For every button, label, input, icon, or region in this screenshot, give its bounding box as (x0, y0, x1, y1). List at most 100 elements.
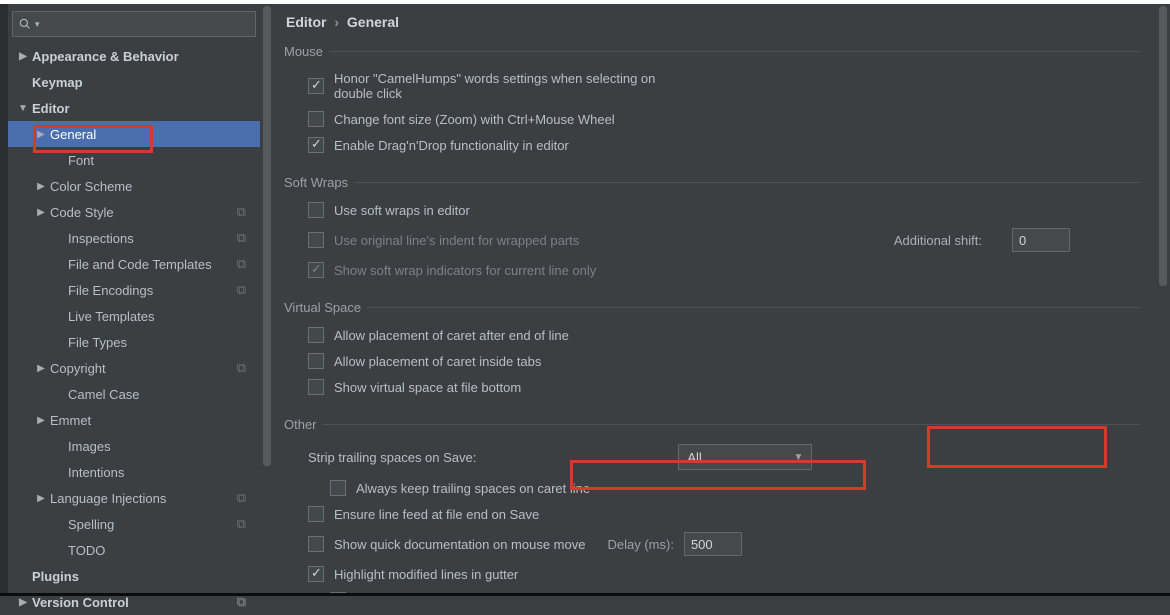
copy-icon: ⧉ (237, 360, 246, 376)
opt-label: Allow placement of caret after end of li… (334, 328, 569, 343)
opt-label: Allow placement of caret inside tabs (334, 354, 541, 369)
sidebar-item-camel-case[interactable]: Camel Case (12, 381, 256, 407)
opt-linefeed[interactable]: Ensure line feed at file end on Save (284, 502, 1140, 528)
opt-quickdoc[interactable]: Show quick documentation on mouse move D… (284, 528, 1140, 562)
copy-icon: ⧉ (237, 594, 246, 610)
strip-label: Strip trailing spaces on Save: (308, 450, 476, 465)
search-icon (19, 18, 31, 30)
breadcrumb-general: General (347, 14, 399, 30)
sidebar-item-language-injections[interactable]: ▶Language Injections⧉ (12, 485, 256, 511)
opt-label: Show quick documentation on mouse move (334, 537, 585, 552)
section-virtual: Virtual Space Allow placement of caret a… (284, 300, 1140, 403)
checkbox[interactable] (308, 137, 324, 153)
sidebar-item-label: Plugins (30, 569, 79, 584)
checkbox (308, 262, 324, 278)
chevron-right-icon: ▶ (34, 207, 48, 218)
sidebar-item-code-style[interactable]: ▶Code Style ⧉ (12, 199, 256, 225)
chevron-right-icon: ▶ (34, 415, 48, 426)
sidebar-scrollbar[interactable] (260, 4, 274, 593)
opt-label: Show soft wrap indicators for current li… (334, 263, 596, 278)
sidebar-item-emmet[interactable]: ▶Emmet (12, 407, 256, 433)
checkbox[interactable] (308, 566, 324, 582)
sidebar-item-images[interactable]: Images (12, 433, 256, 459)
sidebar-item-file-and-code-templates[interactable]: File and Code Templates⧉ (12, 251, 256, 277)
row-strip-trailing: Strip trailing spaces on Save: All ▼ (284, 440, 1140, 476)
checkbox[interactable] (308, 327, 324, 343)
opt-virtual-bottom[interactable]: Show virtual space at file bottom (284, 375, 1140, 401)
sidebar-item-editor[interactable]: ▼Editor (12, 95, 256, 121)
chevron-right-icon: ▶ (16, 51, 30, 62)
sidebar-item-label: Font (66, 153, 94, 168)
opt-softwrap[interactable]: Use soft wraps in editor (284, 198, 1140, 224)
settings-sidebar: ▾ ▶Appearance & BehaviorKeymap▼Editor▶Ge… (8, 4, 260, 593)
sidebar-item-appearance-behavior[interactable]: ▶Appearance & Behavior (12, 43, 256, 69)
main-scrollbar[interactable] (1156, 4, 1170, 593)
sidebar-item-file-encodings[interactable]: File Encodings⧉ (12, 277, 256, 303)
checkbox[interactable] (308, 379, 324, 395)
sidebar-item-file-types[interactable]: File Types (12, 329, 256, 355)
opt-highlight-gutter[interactable]: Highlight modified lines in gutter (284, 562, 1140, 588)
sidebar-item-copyright[interactable]: ▶Copyright⧉ (12, 355, 256, 381)
opt-label: Ensure line feed at file end on Save (334, 507, 539, 522)
sidebar-item-font[interactable]: Font (12, 147, 256, 173)
chevron-right-icon: › (330, 14, 343, 30)
section-title: Other (284, 417, 323, 432)
sidebar-item-label: Live Templates (66, 309, 154, 324)
sidebar-item-spelling[interactable]: Spelling⧉ (12, 511, 256, 537)
settings-main-panel: Editor › General Mouse Honor "CamelHumps… (274, 4, 1156, 593)
checkbox[interactable] (308, 202, 324, 218)
opt-label: Honor "CamelHumps" words settings when s… (334, 71, 664, 101)
combo-value: All (687, 450, 701, 465)
checkbox (308, 232, 324, 248)
opt-softwrap-indicator: Show soft wrap indicators for current li… (284, 258, 1140, 284)
copy-icon: ⧉ (237, 516, 246, 532)
sidebar-item-inspections[interactable]: Inspections⧉ (12, 225, 256, 251)
sidebar-item-general[interactable]: ▶General (8, 121, 260, 147)
section-mouse: Mouse Honor "CamelHumps" words settings … (284, 44, 1140, 161)
search-caret-icon: ▾ (35, 19, 40, 30)
copy-icon: ⧉ (237, 282, 246, 298)
checkbox[interactable] (308, 353, 324, 369)
opt-label: Use soft wraps in editor (334, 203, 470, 218)
checkbox[interactable] (330, 480, 346, 496)
section-softwraps: Soft Wraps Use soft wraps in editor Use … (284, 175, 1140, 286)
sidebar-item-label: File and Code Templates (66, 257, 212, 272)
checkbox[interactable] (308, 111, 324, 127)
sidebar-item-label: Code Style (48, 205, 114, 220)
copy-icon: ⧉ (237, 204, 246, 220)
strip-combo[interactable]: All ▼ (678, 444, 812, 470)
sidebar-item-label: TODO (66, 543, 105, 558)
opt-caret-tabs[interactable]: Allow placement of caret inside tabs (284, 349, 1140, 375)
opt-zoom[interactable]: Change font size (Zoom) with Ctrl+Mouse … (284, 107, 1140, 133)
sidebar-item-label: Images (66, 439, 111, 454)
sidebar-item-label: Color Scheme (48, 179, 132, 194)
checkbox[interactable] (308, 536, 324, 552)
sidebar-item-live-templates[interactable]: Live Templates (12, 303, 256, 329)
chevron-down-icon: ▼ (16, 103, 30, 114)
opt-dragdrop[interactable]: Enable Drag'n'Drop functionality in edit… (284, 133, 1140, 159)
chevron-right-icon: ▶ (16, 597, 30, 608)
sidebar-item-color-scheme[interactable]: ▶Color Scheme (12, 173, 256, 199)
opt-keep-trailing[interactable]: Always keep trailing spaces on caret lin… (284, 476, 1140, 502)
sidebar-item-label: Camel Case (66, 387, 140, 402)
sidebar-item-intentions[interactable]: Intentions (12, 459, 256, 485)
opt-caret-eol[interactable]: Allow placement of caret after end of li… (284, 323, 1140, 349)
checkbox[interactable] (308, 78, 324, 94)
sidebar-item-keymap[interactable]: Keymap (12, 69, 256, 95)
section-title: Mouse (284, 44, 329, 59)
chevron-right-icon: ▶ (34, 129, 48, 140)
sidebar-item-todo[interactable]: TODO (12, 537, 256, 563)
delay-input[interactable] (684, 532, 742, 556)
sidebar-item-label: Editor (30, 101, 70, 116)
breadcrumb-editor[interactable]: Editor (286, 14, 326, 30)
chevron-right-icon: ▶ (34, 493, 48, 504)
checkbox[interactable] (330, 592, 346, 593)
checkbox[interactable] (308, 506, 324, 522)
additional-shift-input[interactable] (1012, 228, 1070, 252)
opt-label: Change font size (Zoom) with Ctrl+Mouse … (334, 112, 615, 127)
sidebar-item-plugins[interactable]: Plugins (12, 563, 256, 589)
search-input[interactable]: ▾ (12, 11, 256, 37)
opt-camelhumps[interactable]: Honor "CamelHumps" words settings when s… (284, 67, 1140, 107)
opt-ws-color[interactable]: Different color for lines with whitespac… (284, 588, 1140, 593)
sidebar-item-version-control[interactable]: ▶Version Control⧉ (12, 589, 256, 615)
